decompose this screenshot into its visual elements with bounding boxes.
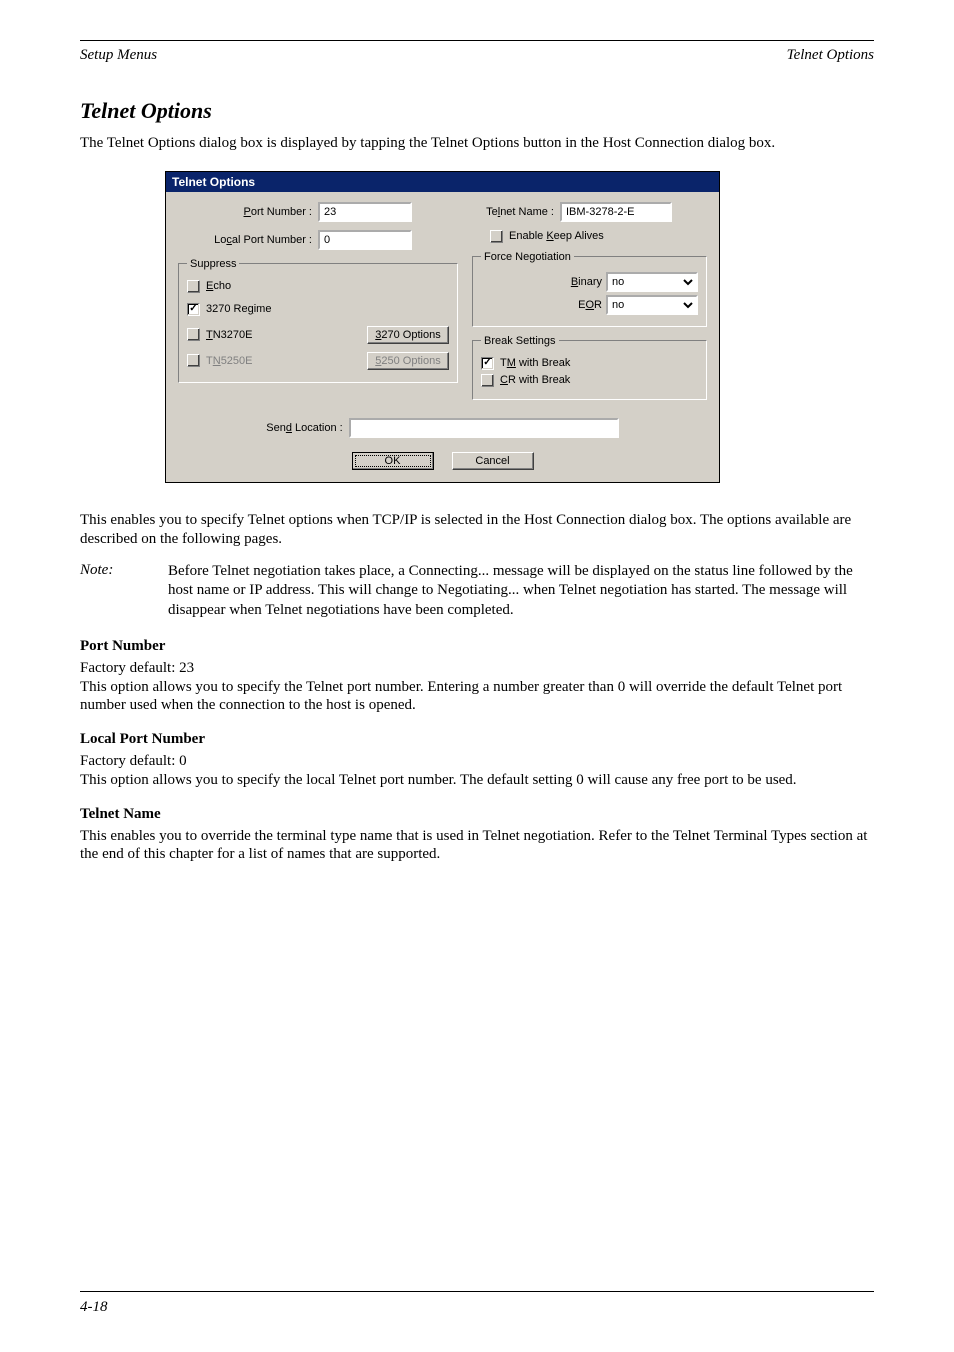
local-port-number-input[interactable] xyxy=(318,230,412,250)
tm-with-break-checkbox[interactable]: ✓ xyxy=(481,357,494,370)
send-location-input[interactable] xyxy=(349,418,619,438)
echo-label: Echo xyxy=(206,280,231,292)
local-port-number-text: Factory default: 0 This option allows yo… xyxy=(80,752,874,790)
tn3270e-label: TN3270E xyxy=(206,329,253,341)
break-settings-legend: Break Settings xyxy=(481,335,559,347)
note-label: Note: xyxy=(80,562,144,620)
send-location-label: Send Location : xyxy=(266,422,342,434)
force-negotiation-group: Force Negotiation Binary no EOR no xyxy=(472,251,707,327)
suppress-legend: Suppress xyxy=(187,258,239,270)
tn5250e-checkbox: ✓ xyxy=(187,354,200,367)
cr-with-break-checkbox[interactable]: ✓ xyxy=(481,374,494,387)
tm-with-break-label: TM with Break xyxy=(500,357,570,369)
regime-3270-label: 3270 Regime xyxy=(206,303,271,315)
cr-with-break-label: CR with Break xyxy=(500,374,570,386)
local-port-number-heading: Local Port Number xyxy=(80,731,874,748)
page-footer: 4-18 xyxy=(80,1299,874,1316)
tn5250e-label: TN5250E xyxy=(206,355,253,367)
binary-select[interactable]: no xyxy=(606,272,698,292)
5250-options-button: 5250 Options xyxy=(367,352,449,370)
ok-button[interactable]: OK xyxy=(352,452,434,470)
enable-keep-alives-label: Enable Keep Alives xyxy=(509,230,604,242)
page-header: Setup Menus Telnet Options xyxy=(80,47,874,64)
port-number-heading: Port Number xyxy=(80,638,874,655)
cancel-button[interactable]: Cancel xyxy=(452,452,534,470)
port-number-input[interactable] xyxy=(318,202,412,222)
post-dialog-paragraph: This enables you to specify Telnet optio… xyxy=(80,511,874,549)
regime-3270-checkbox[interactable]: ✓ xyxy=(187,303,200,316)
binary-label: Binary xyxy=(571,276,602,288)
break-settings-group: Break Settings ✓ TM with Break ✓ CR with… xyxy=(472,335,707,400)
suppress-group: Suppress ✓ Echo ✓ 3270 Regime xyxy=(178,258,458,383)
local-port-number-label: Local Port Number : xyxy=(178,234,318,246)
note-text: Before Telnet negotiation takes place, a… xyxy=(168,562,874,620)
enable-keep-alives-checkbox[interactable]: ✓ xyxy=(490,230,503,243)
force-negotiation-legend: Force Negotiation xyxy=(481,251,574,263)
header-left: Setup Menus xyxy=(80,47,157,64)
eor-select[interactable]: no xyxy=(606,295,698,315)
section-title: Telnet Options xyxy=(80,98,874,124)
telnet-name-text: This enables you to override the termina… xyxy=(80,827,874,865)
telnet-options-dialog: Telnet Options Port Number : Local Port … xyxy=(165,171,720,483)
port-number-text: Factory default: 23 This option allows y… xyxy=(80,659,874,715)
telnet-name-heading: Telnet Name xyxy=(80,806,874,823)
3270-options-button[interactable]: 3270 Options xyxy=(367,326,449,344)
header-right: Telnet Options xyxy=(787,47,874,64)
echo-checkbox[interactable]: ✓ xyxy=(187,280,200,293)
dialog-title: Telnet Options xyxy=(166,172,719,192)
footer-left: 4-18 xyxy=(80,1299,108,1316)
telnet-name-label: Telnet Name : xyxy=(472,206,560,218)
intro-paragraph: The Telnet Options dialog box is display… xyxy=(80,134,874,153)
eor-label: EOR xyxy=(578,299,602,311)
telnet-name-input[interactable] xyxy=(560,202,672,222)
port-number-label: Port Number : xyxy=(178,206,318,218)
tn3270e-checkbox[interactable]: ✓ xyxy=(187,328,200,341)
note-block: Note: Before Telnet negotiation takes pl… xyxy=(80,562,874,620)
